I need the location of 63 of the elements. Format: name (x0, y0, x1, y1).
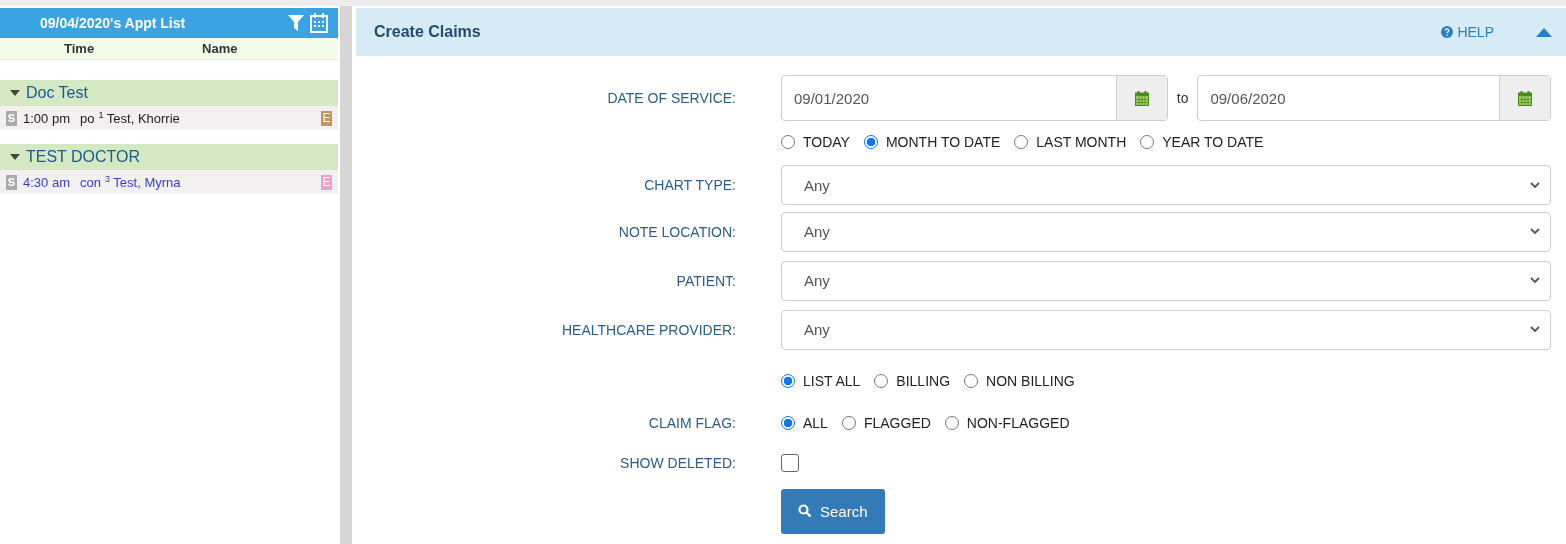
flag-badge: E (321, 110, 332, 126)
search-button[interactable]: Search (781, 488, 885, 534)
radio-label: NON BILLING (986, 373, 1075, 389)
radio-button[interactable] (781, 374, 795, 388)
group-name: TEST DOCTOR (26, 148, 141, 166)
select-field[interactable]: Any (781, 165, 1551, 205)
checkbox[interactable] (781, 454, 799, 473)
group-header[interactable]: TEST DOCTOR (0, 144, 338, 170)
range-separator: to (1176, 90, 1189, 106)
help-icon (1441, 26, 1454, 38)
field-label: HEALTHCARE PROVIDER: (561, 321, 736, 338)
panel-title: Create Claims (374, 23, 482, 41)
calendar-icon[interactable] (1134, 90, 1149, 106)
radio-label: NON-FLAGGED (966, 415, 1070, 431)
chevron-down-icon (1530, 277, 1540, 284)
search-icon (798, 504, 812, 518)
select-field[interactable]: Any (781, 211, 1551, 252)
radio-button[interactable] (781, 416, 795, 430)
appointment-row[interactable]: S 1:00 pm po $^{1}$ Test, Khorrie E (0, 106, 338, 130)
column-header: Name (202, 41, 238, 56)
radio-label: LAST MONTH (1036, 134, 1127, 150)
field-label: CLAIM FLAG: (647, 415, 736, 431)
select-field[interactable]: Any (781, 309, 1551, 350)
calendar-icon[interactable] (310, 13, 328, 33)
radio-button[interactable] (863, 135, 878, 149)
appointment-text: 1:00 pm po $^{1}$ Test, Khorrie (23, 109, 181, 127)
radio-button[interactable] (874, 374, 889, 388)
radio-button[interactable] (1140, 135, 1155, 149)
chevron-down-icon (1530, 228, 1540, 235)
status-badge: S (6, 110, 17, 126)
field-label: DATE OF SERVICE: (606, 90, 736, 106)
field-label: NOTE LOCATION: (617, 223, 736, 240)
field-label: SHOW DELETED: (619, 455, 736, 471)
select-field[interactable]: Any (781, 260, 1551, 301)
radio-button[interactable] (944, 416, 959, 430)
column-header: Time (64, 41, 95, 56)
flag-badge: E (321, 174, 332, 190)
group-header[interactable]: Doc Test (0, 80, 338, 106)
radio-label: BILLING (896, 373, 951, 389)
appointment-text: 4:30 am con $^{3}$ Test, Myrna (23, 173, 182, 191)
field-label: PATIENT: (675, 272, 736, 289)
radio-label: ALL (803, 415, 828, 431)
radio-label: TODAY (803, 134, 850, 150)
radio-label: MONTH TO DATE (885, 134, 1001, 150)
sidebar-title: 09/04/2020's Appt List (40, 15, 187, 31)
radio-label: FLAGGED (863, 415, 931, 431)
date-field[interactable]: 09/01/2020 (781, 75, 1168, 121)
date-field[interactable]: 09/06/2020 (1197, 75, 1551, 121)
status-badge: S (6, 174, 17, 190)
radio-label: LIST ALL (803, 373, 861, 389)
chevron-down-icon (1530, 326, 1540, 333)
radio-button[interactable] (964, 374, 979, 388)
collapse-icon[interactable] (1536, 27, 1552, 37)
calendar-icon[interactable] (1518, 90, 1532, 106)
radio-button[interactable] (841, 416, 856, 430)
group-name: Doc Test (26, 84, 88, 102)
radio-button[interactable] (1014, 135, 1029, 149)
appointment-row[interactable]: S 4:30 am con $^{3}$ Test, Myrna E (0, 170, 338, 194)
field-label: CHART TYPE: (643, 177, 736, 193)
chevron-down-icon (1530, 181, 1540, 189)
radio-label: YEAR TO DATE (1162, 134, 1264, 150)
radio-button[interactable] (781, 135, 795, 149)
filter-icon[interactable] (288, 14, 304, 32)
